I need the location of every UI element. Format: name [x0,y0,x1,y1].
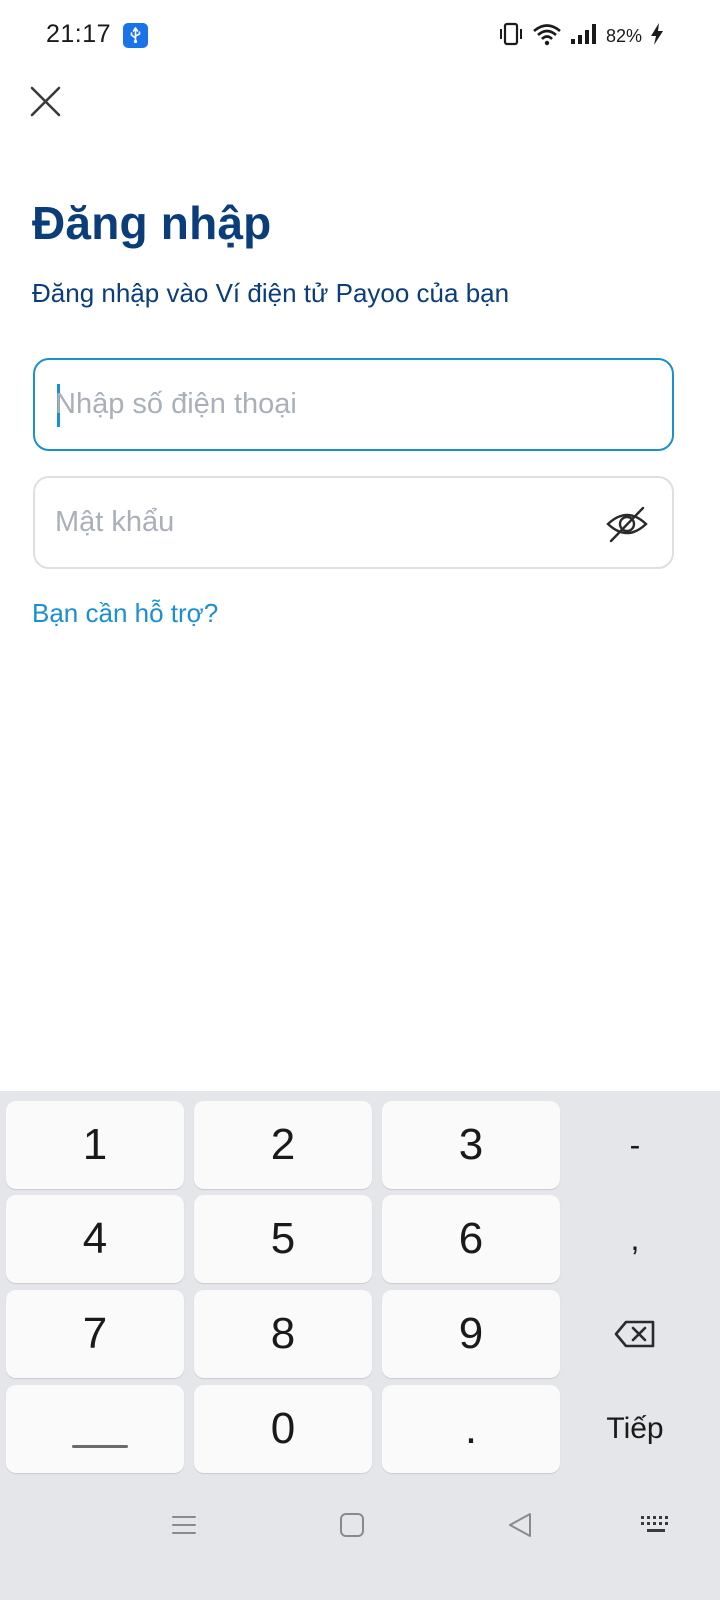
navigation-bar [0,1480,720,1570]
page-title: Đăng nhập [32,197,272,249]
status-time: 21:17 [46,20,112,48]
battery-level: 82% [605,25,642,46]
keyboard-icon[interactable] [631,1500,681,1550]
space-icon [72,1445,128,1448]
space-key[interactable] [6,1385,184,1473]
back-icon[interactable] [495,1500,545,1550]
phone-input[interactable] [55,360,595,449]
help-link[interactable]: Bạn cần hỗ trợ? [32,598,218,629]
key-comma[interactable]: , [560,1195,710,1283]
key-1[interactable]: 1 [6,1101,184,1189]
page-subtitle: Đăng nhập vào Ví điện tử Payoo của bạn [32,278,510,308]
key-3[interactable]: 3 [382,1101,560,1189]
status-bar: 21:17 82% [0,0,720,70]
close-icon[interactable] [26,82,66,122]
signal-icon [570,22,598,51]
usb-icon [123,23,148,48]
key-dot[interactable]: . [382,1385,560,1473]
home-icon[interactable] [327,1500,377,1550]
wifi-icon [532,22,562,51]
key-7[interactable]: 7 [6,1290,184,1378]
backspace-icon[interactable] [560,1290,710,1378]
phone-field[interactable] [33,358,674,451]
key-0[interactable]: 0 [194,1385,372,1473]
status-icons: 82% [498,22,664,50]
eye-off-icon[interactable] [606,504,648,544]
password-input[interactable] [55,478,595,567]
next-button[interactable]: Tiếp [560,1385,710,1473]
key-8[interactable]: 8 [194,1290,372,1378]
key-2[interactable]: 2 [194,1101,372,1189]
key-5[interactable]: 5 [194,1195,372,1283]
key-4[interactable]: 4 [6,1195,184,1283]
charging-icon [650,22,664,51]
password-field[interactable] [33,476,674,569]
key-9[interactable]: 9 [382,1290,560,1378]
menu-icon[interactable] [159,1500,209,1550]
vibrate-icon [498,22,524,51]
key-6[interactable]: 6 [382,1195,560,1283]
key-dash[interactable]: - [560,1101,710,1189]
